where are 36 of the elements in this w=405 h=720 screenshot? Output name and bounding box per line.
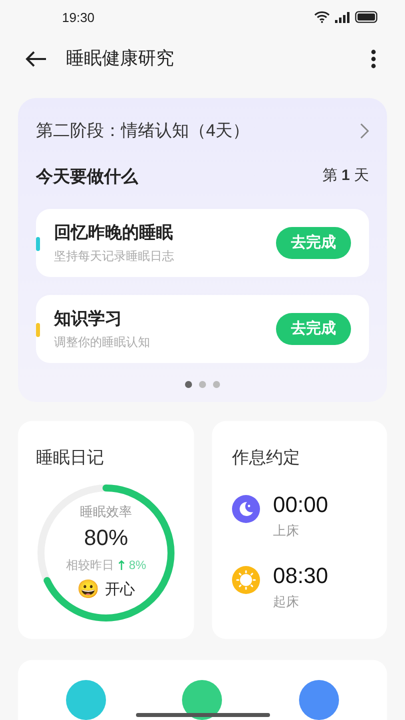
task-card[interactable]: 知识学习 调整你的睡眠认知 去完成 [36,295,369,363]
task-subtitle: 坚持每天记录睡眠日志 [54,248,174,264]
efficiency-label: 睡眠效率 [80,502,132,521]
sun-icon [232,566,260,594]
shortcut-icon[interactable] [182,680,222,720]
efficiency-value: 80% [84,524,128,552]
stage-link[interactable]: 第二阶段：情绪认知（4天） [36,118,369,144]
mood-emoji: 😀 [77,578,99,602]
task-subtitle: 调整你的睡眠认知 [54,334,150,350]
schedule-card[interactable]: 作息约定 00:00 上床 08:30 起床 [212,421,387,639]
mood-label: 开心 [105,580,135,600]
diary-card[interactable]: 睡眠日记 睡眠效率 80% 相较昨日 8% 😀 开心 [18,421,194,639]
more-icon [370,48,376,69]
chevron-right-icon [360,122,369,139]
shortcut-icon[interactable] [298,680,339,720]
up-arrow-icon [118,560,125,570]
schedule-label: 上床 [273,522,300,540]
card-title: 作息约定 [232,447,301,469]
battery-icon [355,11,379,24]
task-title: 知识学习 [54,308,123,330]
signal-icon [335,12,350,23]
page-title: 睡眠健康研究 [66,47,174,70]
schedule-label: 起床 [273,593,300,611]
card-title: 睡眠日记 [36,447,105,469]
task-title: 回忆昨晚的睡眠 [54,222,174,244]
change-value: 8% [128,557,146,574]
wifi-icon [314,11,330,24]
compare-label: 相较昨日 [66,557,114,574]
task-card[interactable]: 回忆昨晚的睡眠 坚持每天记录睡眠日志 去完成 [36,209,369,277]
schedule-time: 00:00 [273,490,328,518]
day-counter: 第 1 天 [322,166,369,186]
status-time: 19:30 [62,8,95,27]
moon-icon [232,494,260,522]
section-title: 今天要做什么 [36,166,138,188]
back-arrow-icon [25,50,47,67]
schedule-time: 08:30 [273,562,328,590]
